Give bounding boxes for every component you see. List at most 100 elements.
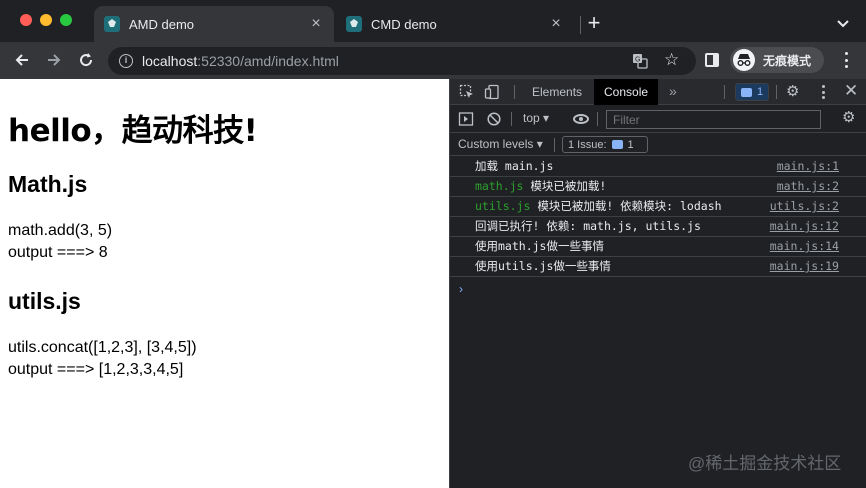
minimize-window-button[interactable] (40, 14, 52, 26)
live-expression-eye-icon[interactable] (573, 114, 589, 124)
log-text: 模块已被加载! 依赖模块: lodash (530, 199, 722, 213)
log-source-link[interactable]: main.js:19 (770, 257, 839, 276)
translate-icon[interactable]: G (632, 53, 648, 69)
console-log-row: math.js 模块已被加载! math.js:2 (450, 177, 866, 197)
tab-strip: AMD demo × CMD demo × + (0, 0, 866, 42)
utils-call-text: utils.concat([1,2,3], [3,4,5]) (8, 339, 197, 356)
log-source-link[interactable]: math.js:2 (777, 177, 839, 196)
issues-count: 1 (627, 138, 634, 151)
tab-close-icon[interactable]: × (548, 16, 564, 32)
tab-divider (580, 16, 581, 34)
console-log-row: 使用math.js做一些事情 main.js:14 (450, 237, 866, 257)
url-path: :52330/amd/index.html (197, 53, 339, 69)
inspect-element-icon[interactable] (459, 84, 475, 100)
new-tab-button[interactable]: + (584, 12, 604, 34)
console-settings-gear-icon[interactable]: ⚙ (842, 109, 855, 127)
utils-section-text: utils.concat([1,2,3], [3,4,5]) output ==… (8, 337, 197, 381)
close-window-button[interactable] (20, 14, 32, 26)
bookmark-star-icon[interactable]: ☆ (664, 51, 679, 69)
devtools-close-icon[interactable]: ✕ (844, 82, 858, 100)
console-prompt[interactable]: › (459, 282, 463, 296)
tab-cmd-demo[interactable]: CMD demo × (336, 6, 574, 42)
log-source-link[interactable]: utils.js:2 (770, 197, 839, 216)
log-message: 回调已执行! 依赖: math.js, utils.js (475, 217, 701, 236)
log-message: 使用math.js做一些事情 (475, 237, 604, 256)
log-source-link[interactable]: main.js:14 (770, 237, 839, 256)
more-tabs-chevron-icon[interactable]: » (669, 84, 677, 98)
side-panel-icon[interactable] (705, 53, 719, 67)
message-icon (740, 87, 752, 97)
log-text: 使用math.js做一些事情 (475, 239, 604, 253)
web-page: hello，趋动科技! Math.js math.add(3, 5) outpu… (0, 79, 449, 488)
maximize-window-button[interactable] (60, 14, 72, 26)
tab-title: AMD demo (129, 16, 195, 32)
back-arrow-icon[interactable] (12, 50, 32, 70)
watermark: @稀土掘金技术社区 (688, 454, 842, 473)
log-message: math.js 模块已被加载! (475, 177, 606, 196)
console-log-row: 使用utils.js做一些事情 main.js:19 (450, 257, 866, 277)
site-info-icon[interactable]: i (119, 54, 133, 68)
issues-label: 1 Issue: (568, 138, 607, 151)
log-module-name: math.js (475, 179, 524, 193)
issues-button[interactable]: 1 Issue: 1 (562, 136, 648, 153)
favicon-icon (346, 16, 362, 32)
device-toolbar-icon[interactable] (484, 84, 500, 100)
log-text: 回调已执行! 依赖: math.js, utils.js (475, 219, 701, 233)
log-text: 使用utils.js做一些事情 (475, 259, 611, 273)
console-levels-bar: Custom levels ▾ 1 Issue: 1 (450, 134, 866, 156)
url-text: localhost:52330/amd/index.html (142, 53, 339, 69)
toolbar-divider (724, 85, 725, 99)
browser-menu-icon[interactable] (844, 52, 848, 68)
favicon-icon (104, 16, 120, 32)
math-section-text: math.add(3, 5) output ===> 8 (8, 220, 112, 264)
math-call-text: math.add(3, 5) (8, 222, 113, 239)
console-log-row: utils.js 模块已被加载! 依赖模块: lodash utils.js:2 (450, 197, 866, 217)
forward-arrow-icon[interactable] (44, 50, 64, 70)
context-select[interactable]: top ▾ (523, 111, 549, 125)
reload-icon[interactable] (76, 50, 96, 70)
messages-badge[interactable]: 1 (735, 83, 769, 101)
messages-count: 1 (756, 86, 764, 98)
log-module-name: utils.js (475, 199, 531, 213)
toolbar-divider (511, 112, 512, 126)
console-filter-input[interactable] (606, 110, 821, 129)
toolbar-divider (514, 85, 515, 99)
console-log-row: 加载 main.js main.js:1 (450, 157, 866, 177)
math-output-text: output ===> 8 (8, 244, 108, 261)
devtools-main-toolbar: Elements Console » 1 ⚙ ✕ (450, 79, 866, 105)
log-source-link[interactable]: main.js:1 (777, 157, 839, 176)
log-message: 加载 main.js (475, 157, 553, 176)
address-bar[interactable]: i localhost:52330/amd/index.html G ☆ (108, 47, 696, 75)
devtools-panel: Elements Console » 1 ⚙ ✕ top ▾ ⚙ Custom … (449, 79, 866, 488)
incognito-label: 无痕模式 (763, 53, 812, 68)
utils-section-title: utils.js (8, 288, 81, 314)
browser-toolbar: i localhost:52330/amd/index.html G ☆ 无痕模… (0, 42, 866, 79)
log-levels-dropdown[interactable]: Custom levels ▾ (458, 137, 543, 151)
log-text: 加载 main.js (475, 159, 554, 173)
console-toolbar: top ▾ ⚙ (450, 106, 866, 133)
tab-elements[interactable]: Elements (522, 79, 592, 105)
show-sidebar-icon[interactable] (458, 111, 474, 127)
log-message: utils.js 模块已被加载! 依赖模块: lodash (475, 197, 722, 216)
console-output: 加载 main.js main.js:1 math.js 模块已被加载! mat… (450, 157, 866, 277)
incognito-profile-button[interactable]: 无痕模式 (730, 47, 824, 73)
utils-output-text: output ===> [1,2,3,3,4,5] (8, 361, 184, 378)
tab-console[interactable]: Console (594, 79, 659, 105)
console-log-row: 回调已执行! 依赖: math.js, utils.js main.js:12 (450, 217, 866, 237)
devtools-settings-gear-icon[interactable]: ⚙ (786, 83, 799, 101)
tab-amd-demo[interactable]: AMD demo × (94, 6, 334, 42)
page-heading: hello，趋动科技! (8, 113, 258, 149)
clear-console-icon[interactable] (486, 111, 502, 127)
toolbar-divider (554, 138, 555, 152)
log-source-link[interactable]: main.js:12 (770, 217, 839, 236)
svg-text:G: G (635, 57, 640, 64)
url-host: localhost (142, 53, 198, 69)
tab-close-icon[interactable]: × (308, 16, 324, 32)
tab-search-chevron-icon[interactable] (834, 14, 852, 32)
math-section-title: Math.js (8, 171, 88, 197)
devtools-menu-icon[interactable] (821, 85, 825, 99)
message-icon (611, 140, 623, 149)
log-message: 使用utils.js做一些事情 (475, 257, 611, 276)
tab-title: CMD demo (371, 16, 437, 32)
toolbar-divider (597, 112, 598, 126)
